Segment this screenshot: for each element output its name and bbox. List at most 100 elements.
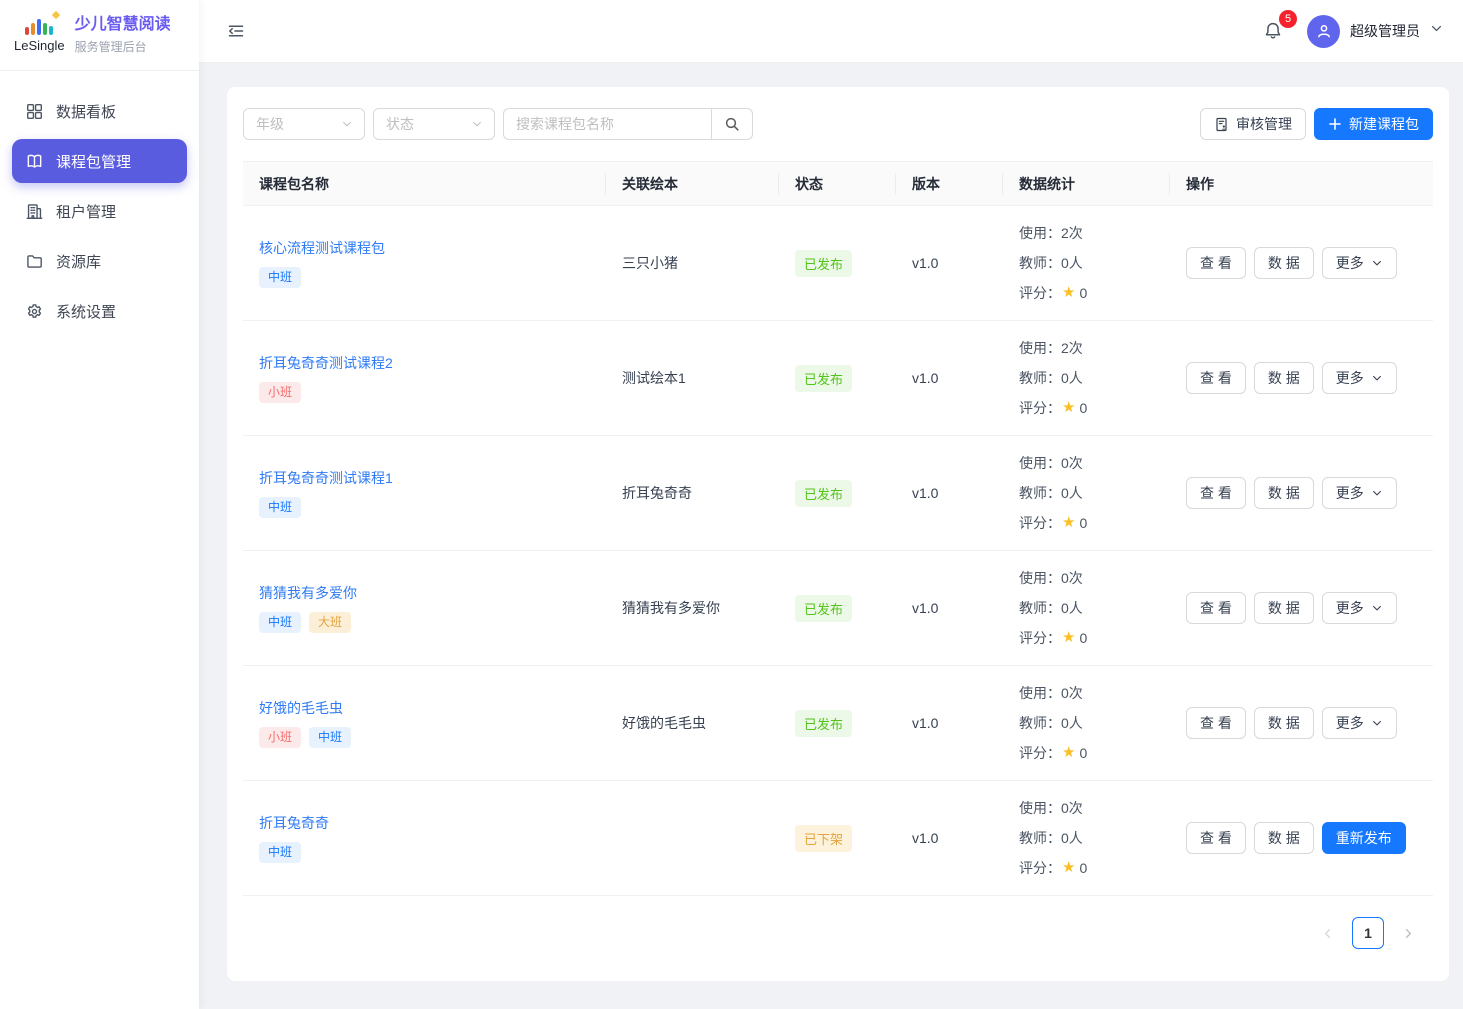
teachers-value: 0人 <box>1061 478 1083 508</box>
status-select[interactable]: 状态 <box>373 108 495 140</box>
brand-title: 少儿智慧阅读 <box>75 15 171 36</box>
folder-icon <box>26 252 44 270</box>
sidebar-item-course-packages[interactable]: 课程包管理 <box>12 139 187 183</box>
package-name-link[interactable]: 猜猜我有多爱你 <box>259 583 357 603</box>
grade-tags: 中班 <box>259 842 590 862</box>
grade-tag: 中班 <box>309 727 351 747</box>
status-badge: 已下架 <box>795 825 852 852</box>
data-button[interactable]: 数 据 <box>1254 592 1314 624</box>
table-row: 折耳兔奇奇 中班 已下架 v1.0 使用：0次 教师：0人 评分：★0 查 看数… <box>243 781 1433 896</box>
grade-select[interactable]: 年级 <box>243 108 365 140</box>
page-number[interactable]: 1 <box>1352 917 1384 949</box>
star-icon: ★ <box>1062 738 1075 768</box>
book-cell: 折耳兔奇奇 <box>606 483 779 503</box>
sidebar-item-resources[interactable]: 资源库 <box>12 239 187 283</box>
grade-tag: 大班 <box>309 612 351 632</box>
user-menu[interactable]: 超级管理员 <box>1307 15 1443 48</box>
topbar: 5 超级管理员 <box>199 0 1463 63</box>
review-management-button[interactable]: 审核管理 <box>1200 108 1306 140</box>
sidebar-item-settings[interactable]: 系统设置 <box>12 289 187 333</box>
actions-cell: 查 看数 据更多 <box>1170 592 1433 624</box>
view-button[interactable]: 查 看 <box>1186 592 1246 624</box>
stats-cell: 使用：0次 教师：0人 评分：★0 <box>1003 448 1170 538</box>
grade-tags: 中班大班 <box>259 612 590 632</box>
table-row: 猜猜我有多爱你 中班大班 猜猜我有多爱你 已发布 v1.0 使用：0次 教师：0… <box>243 551 1433 666</box>
status-badge: 已发布 <box>795 710 852 737</box>
star-icon: ★ <box>1062 853 1075 883</box>
grade-tags: 中班 <box>259 267 590 287</box>
main-column: 5 超级管理员 年级 状态 <box>199 0 1463 1009</box>
version-cell: v1.0 <box>896 600 1003 616</box>
view-button[interactable]: 查 看 <box>1186 477 1246 509</box>
view-button[interactable]: 查 看 <box>1186 707 1246 739</box>
actions-cell: 查 看数 据更多 <box>1170 707 1433 739</box>
menu-fold-icon[interactable] <box>223 18 249 44</box>
data-button[interactable]: 数 据 <box>1254 247 1314 279</box>
sidebar-item-dashboard[interactable]: 数据看板 <box>12 89 187 133</box>
dashboard-icon <box>26 102 44 120</box>
chevron-down-icon <box>1430 22 1443 40</box>
more-button[interactable]: 更多 <box>1322 477 1397 509</box>
column-header: 操作 <box>1170 174 1433 194</box>
usage-value: 0次 <box>1061 448 1083 478</box>
search-input[interactable] <box>503 108 711 140</box>
sidebar-item-tenants[interactable]: 租户管理 <box>12 189 187 233</box>
data-button[interactable]: 数 据 <box>1254 707 1314 739</box>
more-button[interactable]: 更多 <box>1322 362 1397 394</box>
view-button[interactable]: 查 看 <box>1186 822 1246 854</box>
column-header: 版本 <box>896 174 1003 194</box>
grade-tag: 小班 <box>259 727 301 747</box>
more-button[interactable]: 更多 <box>1322 707 1397 739</box>
republish-button[interactable]: 重新发布 <box>1322 822 1406 854</box>
column-header: 数据统计 <box>1003 174 1170 194</box>
rating-value: 0 <box>1079 738 1087 768</box>
usage-value: 2次 <box>1061 218 1083 248</box>
gear-icon <box>26 302 44 320</box>
chevron-down-icon <box>341 118 353 130</box>
star-icon: ★ <box>1062 623 1075 653</box>
more-button[interactable]: 更多 <box>1322 247 1397 279</box>
package-name-link[interactable]: 折耳兔奇奇 <box>259 813 329 833</box>
package-name-link[interactable]: 核心流程测试课程包 <box>259 238 385 258</box>
status-badge: 已发布 <box>795 365 852 392</box>
actions-cell: 查 看数 据更多 <box>1170 477 1433 509</box>
rating-value: 0 <box>1079 508 1087 538</box>
chevron-down-icon <box>1371 602 1383 614</box>
data-button[interactable]: 数 据 <box>1254 822 1314 854</box>
grade-tags: 中班 <box>259 497 590 517</box>
table-row: 折耳兔奇奇测试课程1 中班 折耳兔奇奇 已发布 v1.0 使用：0次 教师：0人… <box>243 436 1433 551</box>
version-cell: v1.0 <box>896 370 1003 386</box>
rating-value: 0 <box>1079 278 1087 308</box>
grade-tag: 中班 <box>259 497 301 517</box>
actions-cell: 查 看数 据重新发布 <box>1170 822 1433 854</box>
search-button[interactable] <box>711 108 753 140</box>
view-button[interactable]: 查 看 <box>1186 362 1246 394</box>
grade-tags: 小班中班 <box>259 727 590 747</box>
content: 年级 状态 <box>199 63 1463 1009</box>
version-cell: v1.0 <box>896 830 1003 846</box>
teachers-value: 0人 <box>1061 363 1083 393</box>
next-page-icon[interactable] <box>1398 923 1419 944</box>
create-package-button[interactable]: 新建课程包 <box>1314 108 1433 140</box>
table-row: 好饿的毛毛虫 小班中班 好饿的毛毛虫 已发布 v1.0 使用：0次 教师：0人 … <box>243 666 1433 781</box>
stats-cell: 使用：0次 教师：0人 评分：★0 <box>1003 793 1170 883</box>
data-button[interactable]: 数 据 <box>1254 362 1314 394</box>
audit-icon <box>1214 117 1229 132</box>
chevron-down-icon <box>471 118 483 130</box>
package-name-link[interactable]: 折耳兔奇奇测试课程1 <box>259 468 393 488</box>
version-cell: v1.0 <box>896 485 1003 501</box>
data-button[interactable]: 数 据 <box>1254 477 1314 509</box>
star-icon: ★ <box>1062 278 1075 308</box>
package-name-link[interactable]: 好饿的毛毛虫 <box>259 698 343 718</box>
chevron-down-icon <box>1371 372 1383 384</box>
notification-badge: 5 <box>1279 10 1297 28</box>
package-name-link[interactable]: 折耳兔奇奇测试课程2 <box>259 353 393 373</box>
rating-value: 0 <box>1079 393 1087 423</box>
usage-value: 0次 <box>1061 563 1083 593</box>
status-badge: 已发布 <box>795 595 852 622</box>
prev-page-icon[interactable] <box>1317 923 1338 944</box>
more-button[interactable]: 更多 <box>1322 592 1397 624</box>
actions-cell: 查 看数 据更多 <box>1170 247 1433 279</box>
building-icon <box>26 202 44 220</box>
view-button[interactable]: 查 看 <box>1186 247 1246 279</box>
